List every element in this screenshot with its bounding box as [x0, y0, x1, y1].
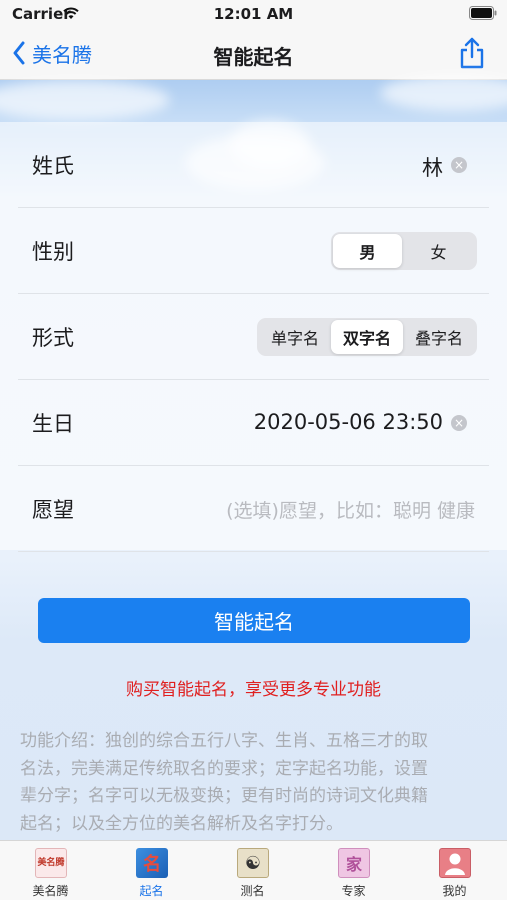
tab-mine[interactable]: 我的	[404, 841, 505, 900]
tab-bar: 美名腾 美名腾 名 起名 ☯ 测名 家 专家 我的	[0, 840, 507, 900]
style-segmented-control: 单字名 双字名 叠字名	[257, 318, 477, 356]
intro-line: 功能介绍：独创的综合五行八字、生肖、五格三才的取	[20, 731, 428, 751]
yin-yang-icon: ☯	[237, 848, 269, 878]
logo-glyph: 美名腾	[37, 858, 65, 868]
clear-icon[interactable]: ×	[451, 415, 467, 431]
intro-line: 辈分字；名字可以无极变换；更有时尚的诗词文化典籍	[20, 786, 428, 806]
clock: 12:01 AM	[213, 5, 294, 23]
tab-naming[interactable]: 名 起名	[101, 841, 202, 900]
style-option-double[interactable]: 双字名	[331, 320, 403, 354]
gender-option-female[interactable]: 女	[402, 234, 475, 268]
user-icon	[439, 848, 471, 878]
page-title: 智能起名	[213, 45, 294, 69]
tab-label: 起名	[139, 884, 164, 898]
calligraphy-icon: 名	[136, 848, 168, 878]
tab-home[interactable]: 美名腾 美名腾	[0, 841, 101, 900]
tab-expert[interactable]: 家 专家	[303, 841, 404, 900]
wish-input[interactable]: (选填)愿望，比如：聪明 健康	[226, 496, 475, 523]
share-icon[interactable]	[457, 36, 487, 70]
tab-test-name[interactable]: ☯ 测名	[202, 841, 303, 900]
surname-input[interactable]: 林	[422, 152, 443, 182]
tab-label: 专家	[341, 884, 366, 898]
user-silhouette-icon	[445, 853, 465, 875]
tab-label: 美名腾	[32, 884, 69, 898]
smart-naming-button[interactable]: 智能起名	[38, 598, 470, 643]
yin-yang-glyph: ☯	[244, 852, 262, 874]
birthday-label: 生日	[32, 412, 74, 436]
clear-icon[interactable]: ×	[451, 157, 467, 173]
birthday-row: 生日 2020-05-06 23:50 ×	[0, 380, 507, 466]
tab-label: 测名	[240, 884, 265, 898]
app-logo-icon: 美名腾	[35, 848, 67, 878]
gender-segmented-control: 男 女	[331, 232, 477, 270]
name-form: 姓氏 林 × 性别 男 女 形式 单字名 双字名 叠字名 生日 2020-05-…	[0, 122, 507, 552]
divider	[18, 551, 489, 552]
tab-label: 我的	[442, 884, 467, 898]
style-option-repeat[interactable]: 叠字名	[403, 320, 475, 354]
style-option-single[interactable]: 单字名	[259, 320, 331, 354]
status-bar: Carrier 12:01 AM	[0, 0, 507, 28]
gender-row: 性别 男 女	[0, 208, 507, 294]
style-label: 形式	[32, 326, 74, 350]
navigation-bar: 美名腾 智能起名	[0, 28, 507, 80]
promo-link[interactable]: 购买智能起名，享受更多专业功能	[0, 675, 507, 700]
battery-icon	[469, 6, 497, 20]
gender-label: 性别	[32, 240, 74, 264]
intro-line: 起名；以及全方位的美名解析及名字打分。	[20, 813, 343, 834]
gender-option-male[interactable]: 男	[333, 234, 402, 268]
surname-label: 姓氏	[32, 154, 74, 178]
intro-line: 名法，完美满足传统取名的要求；定字起名功能，设置	[20, 758, 428, 779]
wish-row: 愿望 (选填)愿望，比如：聪明 健康	[0, 466, 507, 552]
surname-row: 姓氏 林 ×	[0, 122, 507, 208]
seal-glyph: 家	[345, 855, 362, 874]
seal-icon: 家	[338, 848, 370, 878]
feature-intro: 功能介绍：独创的综合五行八字、生肖、五格三才的取 名法，完美满足传统取名的要求；…	[20, 728, 490, 838]
birthday-input[interactable]: 2020-05-06 23:50	[254, 410, 443, 434]
style-row: 形式 单字名 双字名 叠字名	[0, 294, 507, 380]
wish-label: 愿望	[32, 498, 74, 522]
calligraphy-glyph: 名	[143, 854, 161, 875]
